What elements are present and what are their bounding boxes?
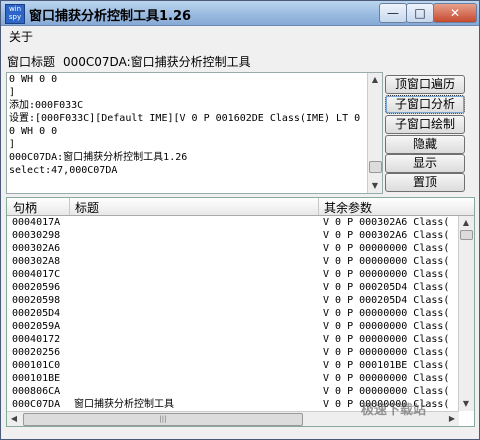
table-row[interactable]: 000101C0 V 0 P 000101BE Class( [7, 359, 459, 372]
table-row[interactable]: 00020598 V 0 P 000205D4 Class( [7, 294, 459, 307]
cell-params: V 0 P 00000000 Class( [323, 386, 450, 397]
cell-handle: 000302A8 [12, 256, 61, 267]
table-row[interactable]: 00040172 V 0 P 00000000 Class( [7, 333, 459, 346]
app-window: win spy 窗口捕获分析控制工具1.26 — □ ✕ 关于 窗口标题 000… [0, 0, 480, 440]
table-row[interactable]: 0002059A V 0 P 00000000 Class( [7, 320, 459, 333]
log-line: ] [9, 139, 16, 150]
cell-params: V 0 P 000302A6 Class( [323, 230, 450, 241]
cell-handle: 0004017A [12, 217, 61, 228]
cell-params: V 0 P 000205D4 Class( [323, 295, 450, 306]
log-line: 0 WH 0 0 [9, 74, 58, 85]
table-row[interactable]: 00020596 V 0 P 000205D4 Class( [7, 281, 459, 294]
table-scroll-thumb[interactable] [460, 230, 473, 240]
topmost-button[interactable]: 置顶 [385, 173, 465, 192]
cell-handle: 000101BE [12, 373, 61, 384]
cell-handle: 0002059A [12, 321, 61, 332]
maximize-button[interactable]: □ [406, 3, 434, 23]
table-row[interactable]: 000806CA V 0 P 00000000 Class( [7, 385, 459, 398]
cell-handle: 000302A6 [12, 243, 61, 254]
child-window-analyze-button[interactable]: 子窗口分析 [385, 95, 465, 114]
table-hscroll-thumb[interactable]: ||| [23, 413, 303, 426]
app-icon: win spy [5, 4, 25, 24]
cell-handle: 0004017C [12, 269, 61, 280]
log-line: 0 WH 0 0 [9, 126, 58, 137]
column-header-handle[interactable]: 句柄 [13, 199, 37, 216]
scroll-left-icon[interactable]: ◀ [7, 412, 21, 426]
cell-params: V 0 P 000205D4 Class( [323, 282, 450, 293]
table-row[interactable]: 00030298 V 0 P 000302A6 Class( [7, 229, 459, 242]
window-title: 窗口捕获分析控制工具1.26 [29, 9, 192, 24]
window-title-label: 窗口标题 [7, 55, 56, 69]
log-output[interactable]: 0 WH 0 0 ] 添加:000F033C 设置:[000F033C][Def… [6, 72, 383, 194]
scroll-down-icon[interactable]: ▼ [459, 397, 473, 411]
window-title-value: 000C07DA:窗口捕获分析控制工具 [63, 55, 251, 69]
log-scroll-thumb[interactable] [369, 161, 382, 173]
cell-params: V 0 P 000101BE Class( [323, 360, 450, 371]
log-line: 设置:[000F033C][Default IME][V 0 P 001602D… [9, 113, 361, 124]
show-button[interactable]: 显示 [385, 154, 465, 173]
window-list-table[interactable]: 句柄 标题 其余参数 0004017A V 0 P 000302A6 Class(… [6, 197, 475, 427]
cell-handle: 000101C0 [12, 360, 61, 371]
table-row[interactable]: 000101BE V 0 P 00000000 Class( [7, 372, 459, 385]
cell-params: V 0 P 00000000 Class( [323, 321, 450, 332]
scroll-up-icon[interactable]: ▲ [368, 73, 382, 87]
cell-params: V 0 P 00000000 Class( [323, 269, 450, 280]
minimize-button[interactable]: — [379, 3, 407, 23]
table-row[interactable]: 0004017C V 0 P 00000000 Class( [7, 268, 459, 281]
cell-params: V 0 P 00000000 Class( [323, 347, 450, 358]
cell-title: 窗口捕获分析控制工具 [74, 399, 174, 410]
cell-handle: 000205D4 [12, 308, 61, 319]
scroll-right-icon[interactable]: ▶ [445, 412, 459, 426]
table-row[interactable]: 000302A8 V 0 P 00000000 Class( [7, 255, 459, 268]
cell-handle: 00040172 [12, 334, 61, 345]
cell-handle: 00020596 [12, 282, 61, 293]
column-header-title[interactable]: 标题 [75, 199, 99, 216]
watermark: 极速下载站 [361, 403, 427, 418]
close-button[interactable]: ✕ [433, 3, 477, 23]
log-line: ] [9, 87, 16, 98]
log-scrollbar[interactable]: ▲ ▼ [367, 73, 382, 193]
cell-handle: 00030298 [12, 230, 61, 241]
cell-handle: 000806CA [12, 386, 61, 397]
scroll-down-icon[interactable]: ▼ [368, 179, 382, 193]
hide-button[interactable]: 隐藏 [385, 135, 465, 154]
table-row[interactable]: 00020256 V 0 P 00000000 Class( [7, 346, 459, 359]
table-row[interactable]: 0004017A V 0 P 000302A6 Class( [7, 216, 459, 229]
top-window-enumerate-button[interactable]: 顶窗口遍历 [385, 75, 465, 94]
cell-handle: 00020598 [12, 295, 61, 306]
table-body: 0004017A V 0 P 000302A6 Class( 00030298 V … [7, 216, 459, 411]
log-line: 添加:000F033C [9, 100, 84, 111]
cell-params: V 0 P 00000000 Class( [323, 256, 450, 267]
cell-params: V 0 P 00000000 Class( [323, 373, 450, 384]
table-header: 句柄 标题 其余参数 [7, 198, 474, 216]
cell-params: V 0 P 00000000 Class( [323, 334, 450, 345]
cell-params: V 0 P 00000000 Class( [323, 243, 450, 254]
cell-params: V 0 P 00000000 Class( [323, 308, 450, 319]
title-bar[interactable]: win spy 窗口捕获分析控制工具1.26 — □ ✕ [1, 1, 479, 26]
column-divider[interactable] [318, 198, 319, 215]
cell-handle: 00020256 [12, 347, 61, 358]
column-divider[interactable] [69, 198, 70, 215]
cell-params: V 0 P 000302A6 Class( [323, 217, 450, 228]
scroll-up-icon[interactable]: ▲ [459, 216, 473, 230]
menu-item-about[interactable]: 关于 [9, 28, 33, 45]
child-window-draw-button[interactable]: 子窗口绘制 [385, 115, 465, 134]
table-row[interactable]: 000205D4 V 0 P 00000000 Class( [7, 307, 459, 320]
cell-handle: 000C07DA [12, 399, 61, 410]
table-vertical-scrollbar[interactable]: ▲ ▼ [458, 216, 474, 411]
log-line: select:47,000C07DA [9, 165, 118, 176]
log-line: 000C07DA:窗口捕获分析控制工具1.26 [9, 152, 188, 163]
column-header-params[interactable]: 其余参数 [324, 199, 372, 216]
table-row[interactable]: 000302A6 V 0 P 00000000 Class( [7, 242, 459, 255]
menu-bar: 关于 [1, 26, 479, 44]
